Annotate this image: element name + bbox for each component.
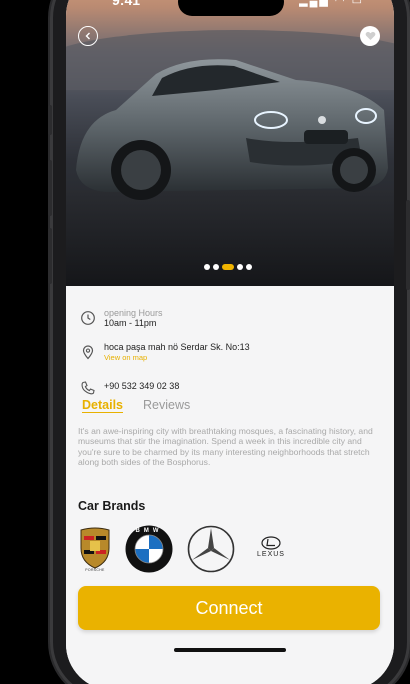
volume-up-button (48, 160, 52, 216)
favorite-button[interactable] (360, 26, 380, 46)
tab-details[interactable]: Details (82, 398, 123, 412)
phone-row[interactable]: +90 532 349 02 38 (80, 378, 179, 396)
detail-tabs: Details Reviews (82, 398, 190, 412)
brand-bmw[interactable]: BMW (124, 524, 174, 579)
signal-icon: ▂▄▆ (299, 0, 330, 7)
brand-porsche[interactable]: PORSCHE (78, 526, 112, 579)
dynamic-island (178, 0, 284, 16)
tab-reviews[interactable]: Reviews (143, 398, 190, 412)
brand-lexus[interactable]: LEXUS (248, 536, 294, 559)
details-panel: opening Hours 10am - 11pm hoca paşa mah … (66, 286, 394, 684)
carousel-dot[interactable] (246, 264, 252, 270)
clock-icon (81, 311, 95, 325)
back-button[interactable] (78, 26, 98, 46)
battery-icon: ▭ (351, 0, 364, 7)
car-brands-title: Car Brands (78, 499, 146, 513)
power-button (406, 200, 410, 290)
mute-switch (48, 105, 52, 135)
car-brands-list: PORSCHE BMW LEXUS (78, 524, 382, 579)
connect-button[interactable]: Connect (78, 586, 380, 630)
status-icons: ▂▄▆ ◠ ▭ (299, 0, 364, 7)
address-text: hoca paşa mah nö Serdar Sk. No:13 (104, 342, 250, 352)
volume-down-button (48, 228, 52, 284)
phone-number[interactable]: +90 532 349 02 38 (104, 381, 179, 392)
carousel-dot-active[interactable] (222, 264, 234, 270)
car-image (76, 59, 388, 200)
heart-icon (365, 31, 375, 40)
brand-mercedes[interactable] (186, 524, 236, 579)
view-on-map-link[interactable]: View on map (104, 353, 250, 363)
carousel-indicator[interactable] (204, 264, 252, 270)
porsche-logo-icon (80, 527, 110, 569)
chevron-left-icon (85, 32, 90, 40)
hero-image[interactable]: 9:41 ▂▄▆ ◠ ▭ (66, 0, 394, 286)
bmw-label: BMW (135, 528, 163, 534)
description-text: It's an awe-inspiring city with breathta… (78, 426, 373, 468)
carousel-dot[interactable] (237, 264, 243, 270)
phone-icon (81, 381, 95, 395)
wifi-icon: ◠ (334, 0, 347, 7)
location-pin-icon (82, 345, 94, 360)
address-row: hoca paşa mah nö Serdar Sk. No:13 View o… (80, 342, 250, 363)
porsche-label: PORSCHE (85, 568, 105, 572)
opening-hours-row: opening Hours 10am - 11pm (80, 308, 163, 329)
opening-hours-label: opening Hours (104, 308, 163, 318)
lexus-label: LEXUS (257, 551, 285, 558)
opening-hours-value: 10am - 11pm (104, 318, 157, 328)
status-time: 9:41 (112, 0, 141, 8)
mercedes-logo-icon (187, 525, 235, 573)
carousel-dot[interactable] (213, 264, 219, 270)
phone-screen: 9:41 ▂▄▆ ◠ ▭ opening Hours 10am - 11pm h… (66, 0, 394, 684)
home-indicator[interactable] (174, 648, 286, 652)
carousel-dot[interactable] (204, 264, 210, 270)
